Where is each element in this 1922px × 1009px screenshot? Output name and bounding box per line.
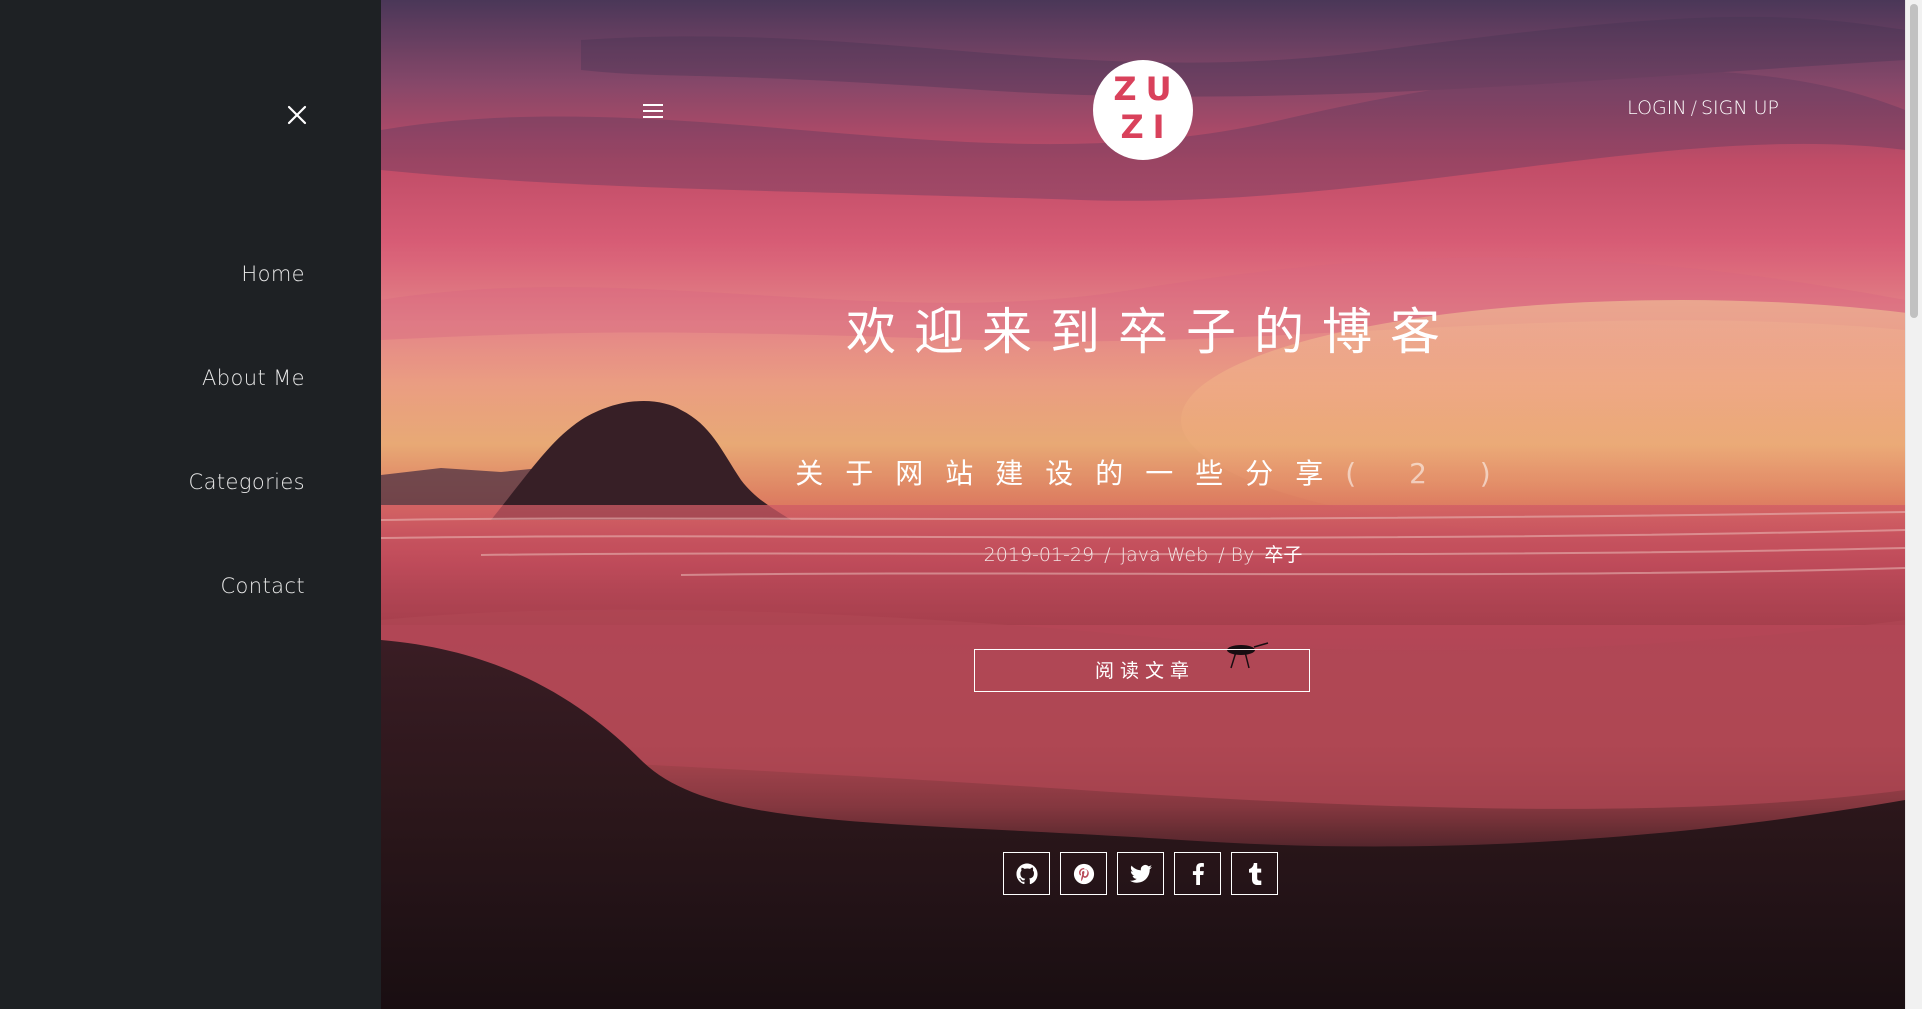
site-title: 欢迎来到卒子的博客 xyxy=(846,303,1458,361)
twitter-button[interactable] xyxy=(1117,852,1164,895)
logo-line-1: ZU xyxy=(1113,70,1181,108)
signup-link[interactable]: SIGN UP xyxy=(1701,97,1779,119)
sidebar: Home About Me Categories Contact xyxy=(0,0,381,1009)
auth-links: LOGIN / SIGN UP xyxy=(1627,97,1779,119)
post-meta: 2019-01-29 / Java Web / By 卒子 xyxy=(381,540,1905,567)
scrollbar-thumb[interactable] xyxy=(1910,4,1918,318)
hamburger-menu-icon[interactable] xyxy=(640,100,666,122)
pinterest-button[interactable] xyxy=(1060,852,1107,895)
post-number: ( 2 ) xyxy=(1345,457,1513,490)
post-date: 2019-01-29 xyxy=(983,544,1095,566)
meta-separator: / xyxy=(1104,544,1111,566)
sidebar-item-about-me[interactable]: About Me xyxy=(189,360,305,464)
login-link[interactable]: LOGIN xyxy=(1627,97,1686,119)
meta-by: / By xyxy=(1218,544,1255,566)
post-category[interactable]: Java Web xyxy=(1121,544,1209,566)
post-author[interactable]: 卒子 xyxy=(1264,544,1302,566)
page-scrollbar[interactable] xyxy=(1905,0,1922,1009)
github-button[interactable] xyxy=(1003,852,1050,895)
tumblr-icon xyxy=(1248,862,1261,885)
sidebar-item-contact[interactable]: Contact xyxy=(189,568,305,672)
github-icon xyxy=(1015,862,1038,884)
social-links xyxy=(1003,852,1288,895)
twitter-icon xyxy=(1129,864,1152,883)
auth-separator: / xyxy=(1690,97,1697,119)
post-title[interactable]: 关于网站建设的一些分享( 2 ) xyxy=(381,452,1905,492)
post-title-text: 关于网站建设的一些分享 xyxy=(795,457,1346,490)
site-logo[interactable]: ZU ZI xyxy=(1093,60,1193,160)
page: Home About Me Categories Contact ZU ZI L… xyxy=(0,0,1922,1009)
facebook-button[interactable] xyxy=(1174,852,1221,895)
tumblr-button[interactable] xyxy=(1231,852,1278,895)
hero-banner: ZU ZI LOGIN / SIGN UP 欢迎来到卒子的博客 关于网站建设的一些分… xyxy=(381,0,1905,1009)
sidebar-item-categories[interactable]: Categories xyxy=(189,464,305,568)
sidebar-item-home[interactable]: Home xyxy=(189,256,305,360)
pinterest-icon xyxy=(1073,863,1094,884)
logo-line-2: ZI xyxy=(1120,108,1174,146)
read-article-button[interactable]: 阅读文章 xyxy=(974,649,1310,692)
close-icon[interactable] xyxy=(280,98,314,132)
facebook-icon xyxy=(1192,862,1204,885)
sidebar-nav: Home About Me Categories Contact xyxy=(189,256,305,672)
